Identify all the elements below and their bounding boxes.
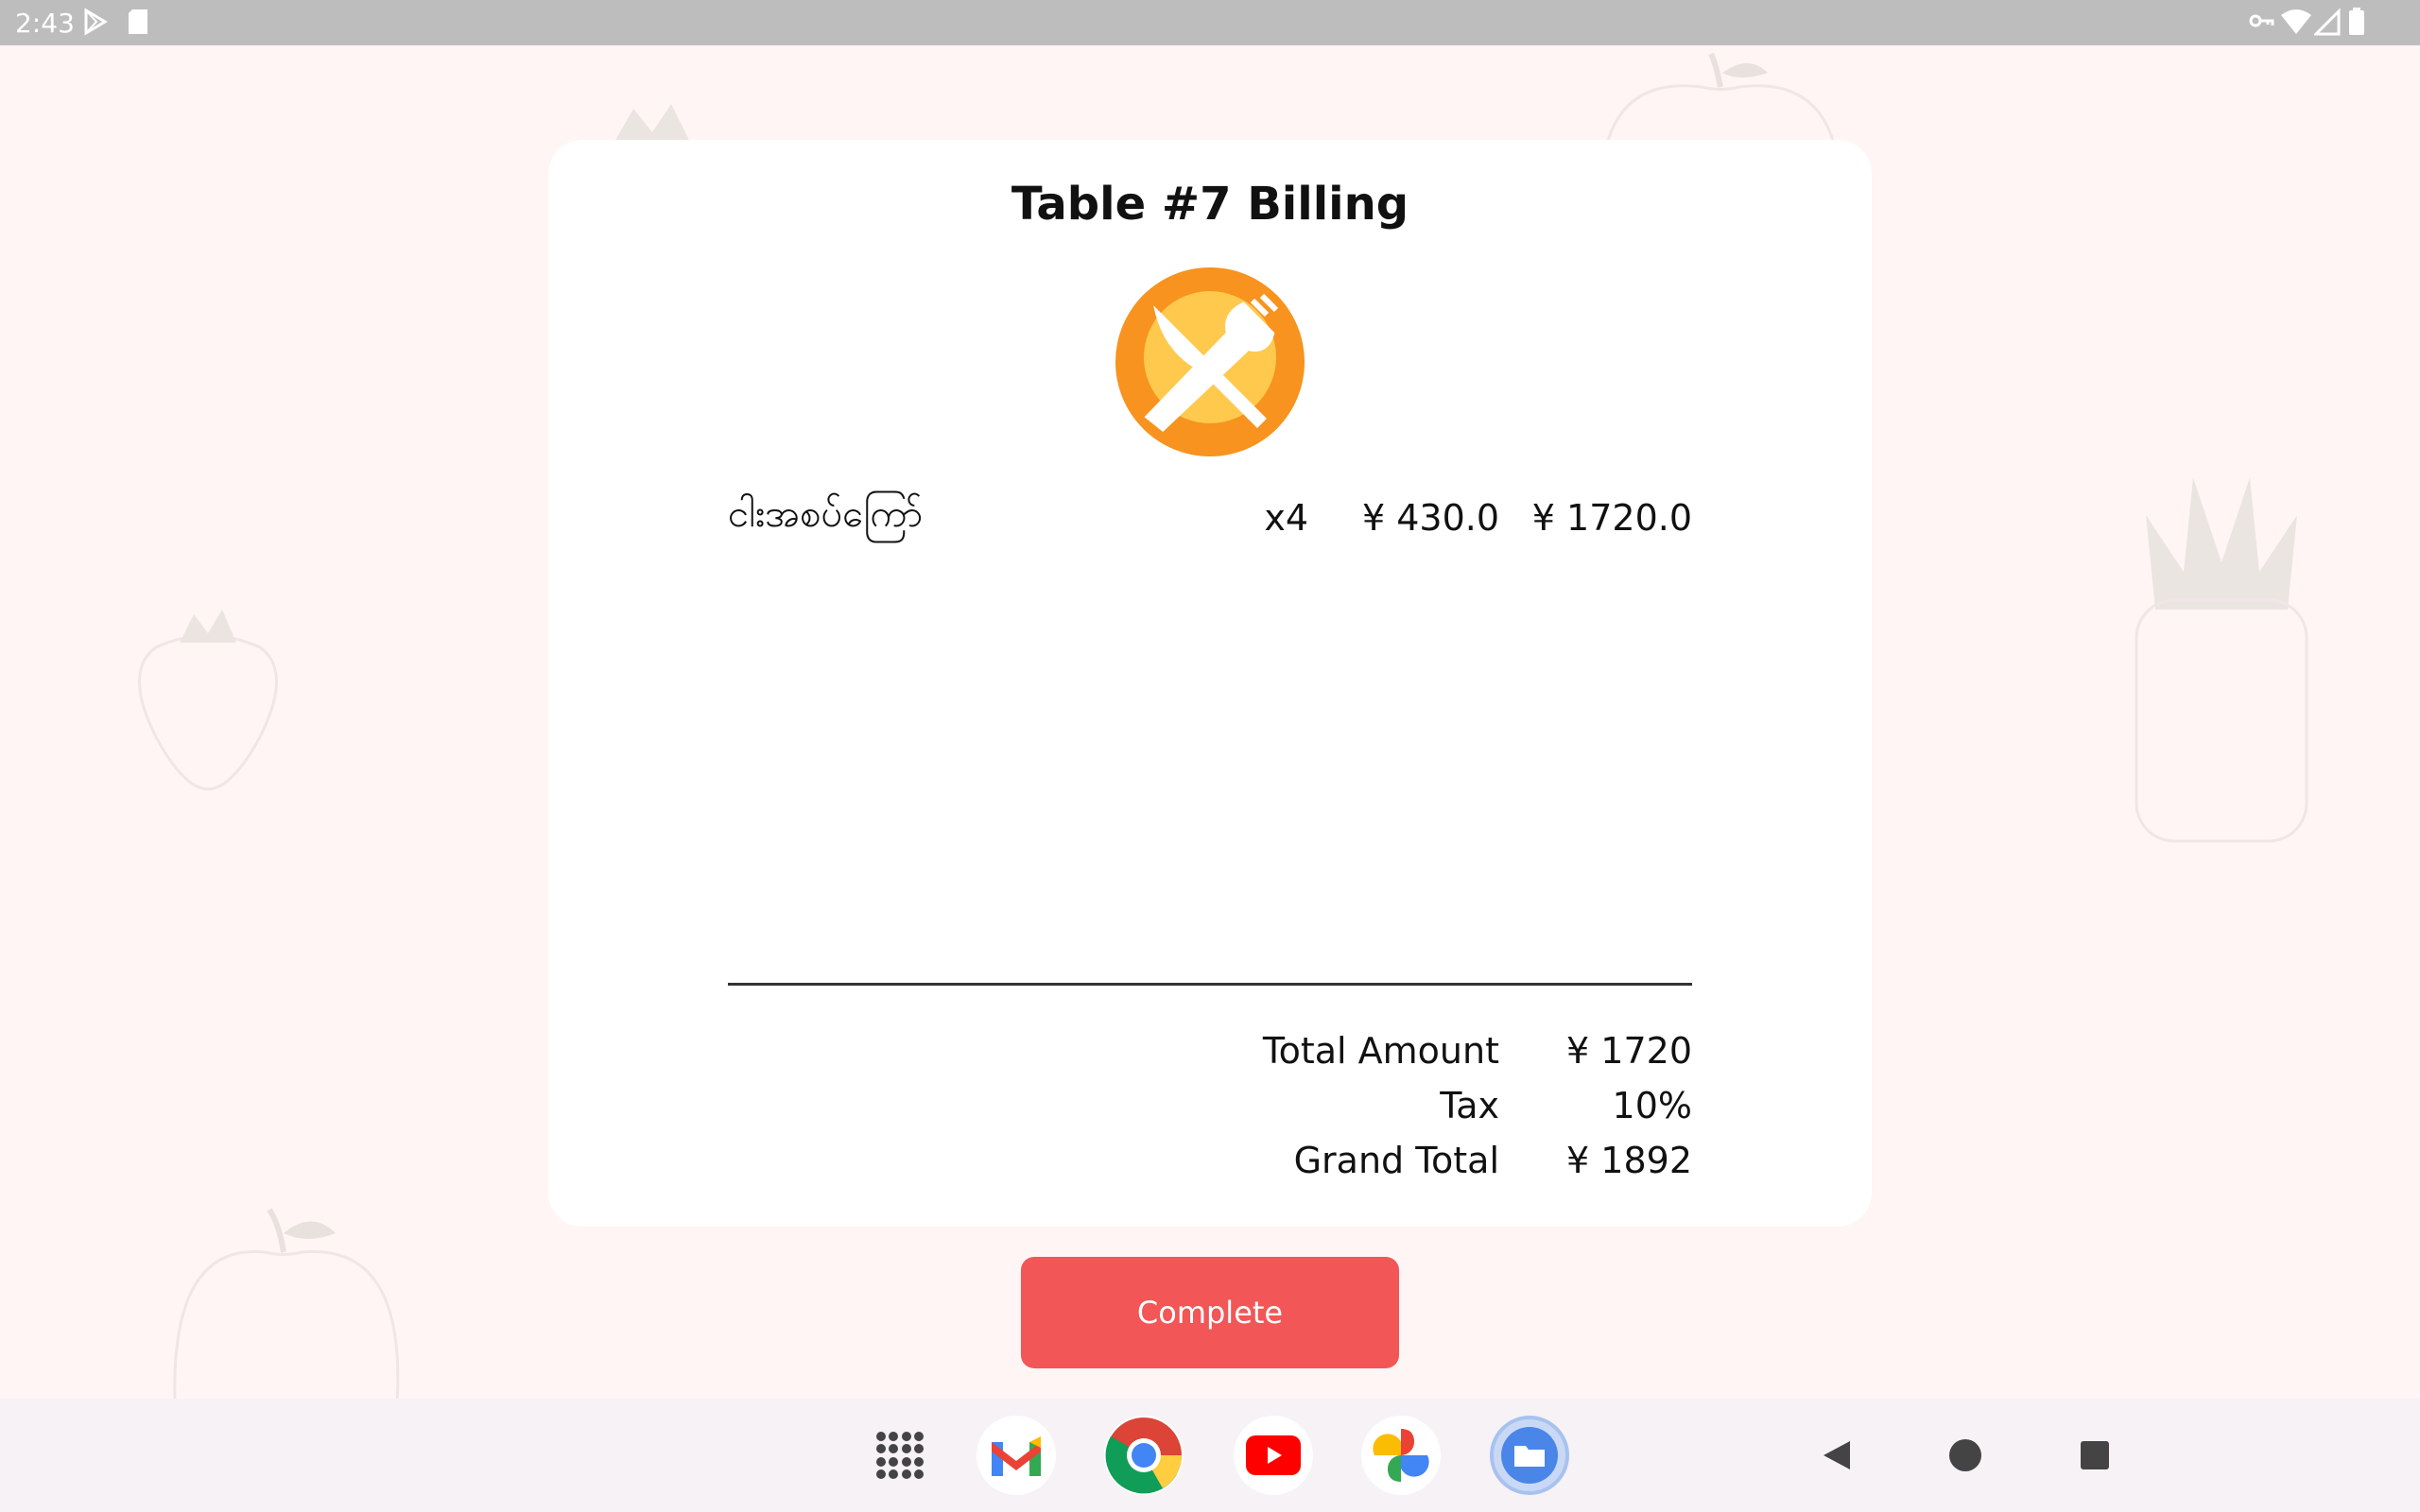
item-quantity: x4 — [1264, 497, 1308, 539]
item-line-total: ¥ 1720.0 — [1531, 497, 1692, 539]
apple-outline-icon — [1605, 52, 1836, 144]
home-icon[interactable] — [1945, 1435, 1986, 1476]
recents-icon[interactable] — [2074, 1435, 2116, 1476]
chrome-icon[interactable] — [1104, 1416, 1184, 1495]
play-store-icon — [84, 8, 108, 36]
tax-label: Tax — [1440, 1085, 1499, 1126]
sd-card-icon — [129, 9, 147, 34]
bill-item-row: ငါးအစပ်ကြော် x4 ¥ 430.0 ¥ 1720.0 — [728, 490, 1692, 556]
tax-row: Tax 10% — [728, 1085, 1692, 1138]
strawberry-outline-icon — [138, 610, 278, 791]
total-amount-value: ¥ 1720 — [1566, 1030, 1692, 1072]
grand-total-value: ¥ 1892 — [1566, 1140, 1692, 1181]
tax-value: 10% — [1612, 1085, 1692, 1126]
billing-card: Table #7 Billing ငါးအစပ်ကြော် x4 ¥ 430.0… — [548, 140, 1872, 1227]
vpn-key-icon — [2249, 14, 2274, 27]
pineapple-outline-icon — [2135, 477, 2308, 843]
summary-divider — [728, 983, 1692, 986]
total-amount-row: Total Amount ¥ 1720 — [728, 1030, 1692, 1083]
status-bar: 2:43 — [0, 0, 2420, 45]
restaurant-logo-icon — [1115, 267, 1305, 456]
grand-total-row: Grand Total ¥ 1892 — [728, 1140, 1692, 1193]
status-time: 2:43 — [15, 8, 75, 39]
billing-title: Table #7 Billing — [1011, 178, 1409, 231]
grand-total-label: Grand Total — [1293, 1140, 1499, 1181]
photos-icon[interactable] — [1361, 1416, 1441, 1495]
item-unit-price: ¥ 430.0 — [1361, 497, 1499, 539]
youtube-icon[interactable] — [1234, 1416, 1313, 1495]
back-icon[interactable] — [1817, 1435, 1858, 1476]
wifi-icon — [2281, 9, 2311, 34]
item-name: ငါးအစပ်ကြော် — [728, 492, 924, 536]
battery-icon — [2349, 8, 2364, 35]
apple-outline-icon — [173, 1208, 400, 1403]
signal-icon — [2314, 8, 2341, 36]
total-amount-label: Total Amount — [1262, 1030, 1499, 1072]
navigation-bar — [0, 1399, 2420, 1512]
gmail-icon[interactable] — [977, 1416, 1056, 1495]
files-icon[interactable] — [1490, 1416, 1569, 1495]
leaf-icon — [614, 104, 690, 142]
complete-button[interactable]: Complete — [1021, 1257, 1399, 1368]
apps-grid-icon[interactable] — [860, 1416, 940, 1495]
